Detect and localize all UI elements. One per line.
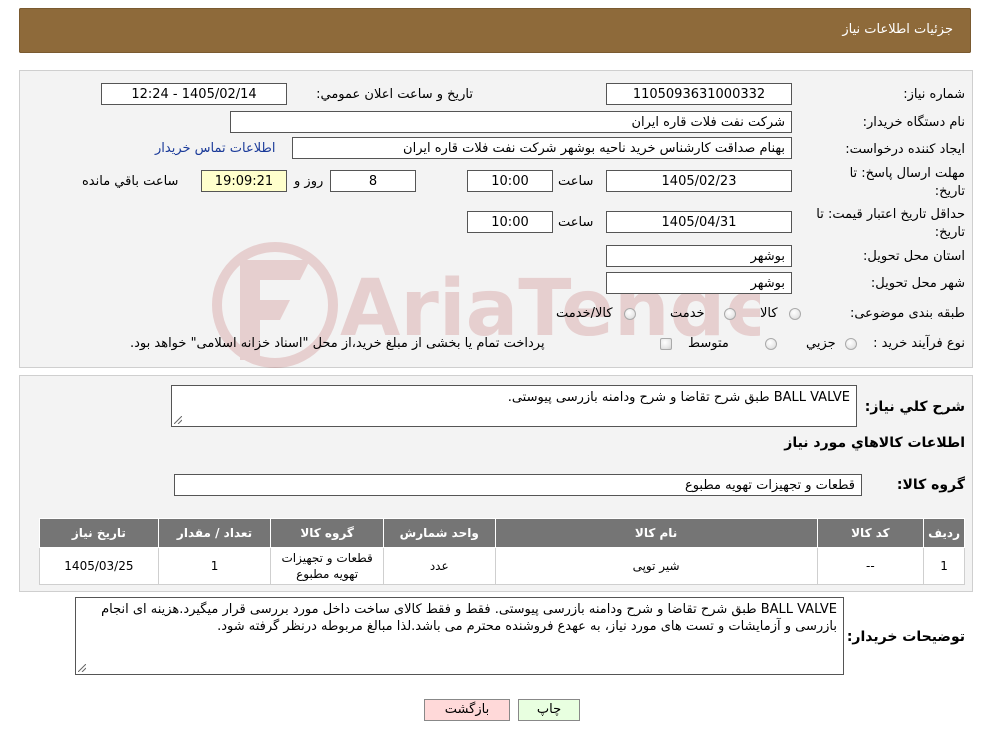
deadline-label: مهلت ارسال پاسخ: تا [849,166,965,181]
resize-grip-icon[interactable] [78,664,86,672]
goods-table: رديف كد كالا نام كالا واحد شمارش گروه كا… [39,518,965,585]
back-button[interactable]: بازگشت [424,699,510,721]
goods-group-field: قطعات و تجهیزات تهویه مطبوع [174,474,862,496]
col-date: تاريخ نياز [39,518,159,548]
goods-table-header: رديف كد كالا نام كالا واحد شمارش گروه كا… [39,518,965,548]
cell-group: قطعات و تجهیزات تهویه مطبوع [270,547,384,585]
col-code: كد كالا [816,518,925,548]
days-field: 8 [330,170,416,192]
process-label: نوع فرآيند خريد : [873,336,965,351]
col-unit: واحد شمارش [382,518,496,548]
category-goods-service-radio[interactable] [624,308,636,320]
treasury-checkbox[interactable] [660,338,672,350]
announce-label: تاریخ و ساعت اعلان عمومي: [316,87,473,102]
description-text: BALL VALVE طبق شرح تقاضا و شرح ودامنه با… [507,390,850,405]
process-medium-label: متوسط [688,336,729,351]
buyer-notes-text: BALL VALVE طبق شرح تقاضا و شرح ودامنه با… [101,602,837,634]
description-label: شرح كلي نياز: [864,399,965,415]
creator-field: بهنام صداقت کارشناس خرید ناحیه بوشهر شرک… [292,137,792,159]
buyer-org-field: شرکت نفت فلات قاره ایران [230,111,792,133]
cell-name: شیر توپی [494,547,818,585]
announce-field: 1405/02/14 - 12:24 [101,83,287,105]
category-goods-radio[interactable] [789,308,801,320]
goods-section-title: اطلاعات كالاهاي مورد نياز [784,435,965,451]
cell-date: 1405/03/25 [39,547,159,585]
deadline-label-line2: تاریخ: [934,184,965,199]
process-medium-radio[interactable] [765,338,777,350]
cell-row: 1 [923,547,965,585]
process-minor-label: جزيي [806,336,836,351]
buyer-notes-label: توضيحات خريدار: [846,629,965,645]
remaining-label: ساعت باقي مانده [82,174,179,189]
buyer-notes-textarea[interactable]: BALL VALVE طبق شرح تقاضا و شرح ودامنه با… [75,597,844,675]
col-group: گروه كالا [270,518,384,548]
validity-time-label: ساعت [558,215,594,230]
validity-date-field: 1405/04/31 [606,211,792,233]
cell-code: -- [816,547,925,585]
city-field: بوشهر [606,272,792,294]
need-number-label: شماره نیاز: [903,87,965,102]
remaining-time-field: 19:09:21 [201,170,287,192]
cell-unit: عدد [382,547,496,585]
buyer-org-label: نام دستگاه خريدار: [862,115,965,130]
need-number-field: 1105093631000332 [606,83,792,105]
print-button[interactable]: چاپ [518,699,580,721]
category-goods-label: كالا [760,306,778,321]
col-row: رديف [923,518,965,548]
process-minor-radio[interactable] [845,338,857,350]
days-label: روز و [294,174,324,189]
cell-qty: 1 [157,547,272,585]
deadline-date-field: 1405/02/23 [606,170,792,192]
category-goods-service-label: كالا/خدمت [556,306,613,321]
col-name: نام كالا [494,518,818,548]
category-service-label: خدمت [670,306,705,321]
category-service-radio[interactable] [724,308,736,320]
deadline-time-field: 10:00 [467,170,553,192]
creator-label: ايجاد كننده درخواست: [845,142,965,157]
deadline-time-label: ساعت [558,174,594,189]
table-row: 1 -- شیر توپی عدد قطعات و تجهیزات تهویه … [39,547,965,585]
buyer-contact-link[interactable]: اطلاعات تماس خریدار [155,141,275,156]
validity-label: حداقل تاریخ اعتبار قیمت: تا [816,207,965,222]
description-textarea[interactable]: BALL VALVE طبق شرح تقاضا و شرح ودامنه با… [171,385,857,427]
process-note: پرداخت تمام یا بخشی از مبلغ خرید،از محل … [130,336,545,351]
province-field: بوشهر [606,245,792,267]
col-qty: تعداد / مقدار [157,518,272,548]
category-label: طبقه بندی موضوعی: [849,306,965,321]
page-header: جزئیات اطلاعات نیاز [19,8,971,53]
city-label: شهر محل تحويل: [870,276,965,291]
validity-time-field: 10:00 [467,211,553,233]
resize-grip-icon[interactable] [174,416,182,424]
page-title: جزئیات اطلاعات نیاز [842,22,953,37]
goods-group-label: گروه كالا: [896,477,965,493]
province-label: استان محل تحويل: [863,249,965,264]
validity-label-line2: تاریخ: [934,225,965,240]
